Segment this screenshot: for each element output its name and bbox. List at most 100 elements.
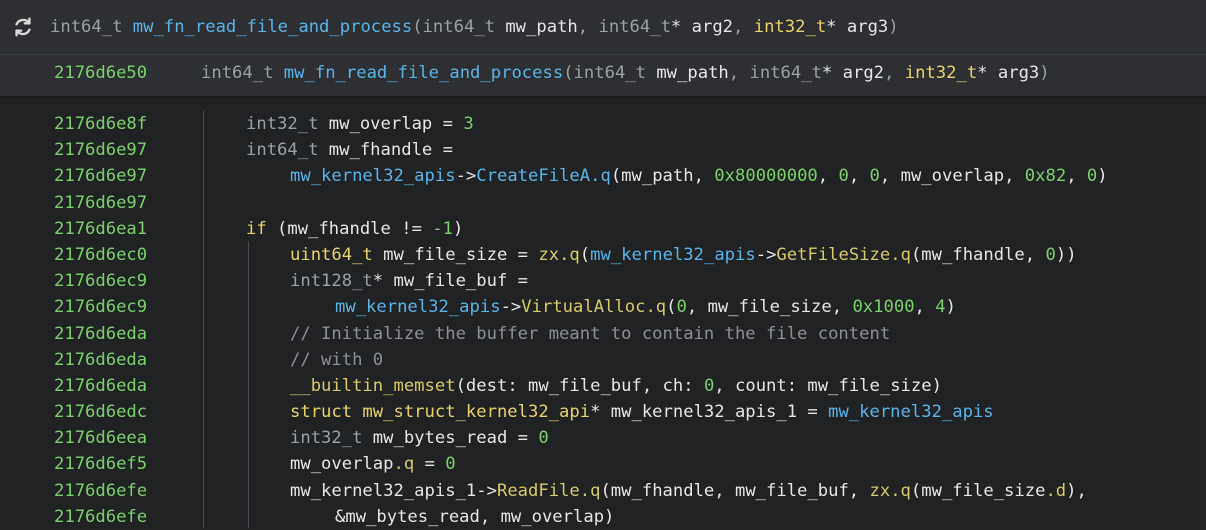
code-token[interactable]: 3 — [463, 114, 473, 134]
code-text[interactable]: struct mw_struct_kernel32_api* mw_kernel… — [290, 399, 994, 425]
code-token[interactable]: = — [414, 454, 445, 474]
code-token[interactable]: 0x80000000 — [714, 166, 817, 186]
code-line[interactable]: 2176d6efe &mw_bytes_read, mw_overlap) — [0, 504, 1206, 530]
code-token[interactable]: struct mw_struct_kernel32_api — [290, 402, 590, 422]
code-token[interactable]: CreateFileA.q — [476, 166, 611, 186]
code-text[interactable]: mw_kernel32_apis->CreateFileA.q(mw_path,… — [290, 163, 1108, 189]
code-token[interactable]: zx.q — [870, 481, 911, 501]
code-token[interactable]: 0 — [445, 454, 455, 474]
code-token[interactable]: ), — [1066, 481, 1087, 501]
address[interactable]: 2176d6e50 — [54, 55, 147, 91]
code-token[interactable]: (mw_fhandle, mw_file_buf, — [600, 481, 869, 501]
code-token[interactable]: ) — [946, 297, 956, 317]
address[interactable]: 2176d6e97 — [54, 137, 147, 163]
address[interactable]: 2176d6eda — [54, 347, 147, 373]
code-line[interactable]: 2176d6ec0 uint64_t mw_file_size = zx.q(mw… — [0, 242, 1206, 268]
code-token[interactable]: 0 — [1045, 245, 1055, 265]
code-token[interactable]: ReadFile.q — [497, 481, 600, 501]
code-token[interactable]: int64_t — [246, 140, 318, 160]
code-token[interactable]: 0 — [870, 166, 880, 186]
code-token[interactable]: , mw_overlap, — [880, 166, 1025, 186]
code-token[interactable]: .q — [393, 454, 414, 474]
code-token[interactable]: 0 — [538, 428, 548, 448]
code-text[interactable]: &mw_bytes_read, mw_overlap) — [335, 504, 614, 530]
code-token[interactable]: ) — [1097, 166, 1107, 186]
function-signature[interactable]: int64_t mw_fn_read_file_and_process(int6… — [50, 0, 899, 54]
code-token[interactable]: 0x82 — [1025, 166, 1066, 186]
code-token[interactable]: -> — [456, 166, 477, 186]
address[interactable]: 2176d6ec9 — [54, 294, 147, 320]
address[interactable]: 2176d6efe — [54, 478, 147, 504]
code-token[interactable]: mw_kernel32_apis — [290, 166, 456, 186]
code-text[interactable]: if (mw_fhandle != -1) — [246, 216, 463, 242]
code-text[interactable]: // Initialize the buffer meant to contai… — [290, 321, 890, 347]
address[interactable]: 2176d6eda — [54, 321, 147, 347]
code-token[interactable]: , — [1066, 166, 1087, 186]
code-token[interactable]: , — [915, 297, 936, 317]
code-text[interactable]: int32_t mw_bytes_read = 0 — [290, 425, 549, 451]
param-name[interactable]: arg3 — [988, 63, 1039, 83]
code-token[interactable]: , — [849, 166, 870, 186]
code-token[interactable]: ( — [666, 297, 676, 317]
code-token[interactable]: if — [246, 219, 267, 239]
address[interactable]: 2176d6eda — [54, 373, 147, 399]
code-token[interactable]: GetFileSize.q — [776, 245, 911, 265]
address[interactable]: 2176d6eea — [54, 425, 147, 451]
code-line[interactable]: 2176d6ec9 mw_kernel32_apis->VirtualAlloc.… — [0, 294, 1206, 320]
param-name[interactable]: arg3 — [837, 17, 888, 37]
code-token[interactable]: , mw_file_size, — [687, 297, 853, 317]
code-token[interactable]: // Initialize the buffer meant to contai… — [290, 324, 890, 344]
param-name[interactable]: arg2 — [681, 17, 733, 37]
code-line[interactable]: 2176d6e8f int32_t mw_overlap = 3 — [0, 111, 1206, 137]
code-line[interactable]: 2176d6e97 — [0, 190, 1206, 216]
code-line[interactable]: 2176d6eda // Initialize the buffer meant … — [0, 321, 1206, 347]
address[interactable]: 2176d6edc — [54, 399, 147, 425]
code-token[interactable]: mw_kernel32_apis — [828, 402, 994, 422]
code-token[interactable]: (dest: mw_file_buf, ch: — [456, 376, 704, 396]
param-name[interactable]: mw_path — [646, 63, 728, 83]
code-line[interactable]: 2176d6ef5 mw_overlap.q = 0 — [0, 451, 1206, 477]
address[interactable]: 2176d6ea1 — [54, 216, 147, 242]
function-definition-row[interactable]: 2176d6e50 int64_t mw_fn_read_file_and_pr… — [0, 55, 1206, 96]
code-token[interactable]: , — [818, 166, 839, 186]
code-text[interactable]: int128_t* mw_file_buf = — [290, 268, 528, 294]
code-token[interactable]: int32_t — [290, 428, 362, 448]
code-token[interactable]: // with 0 — [290, 350, 383, 370]
address[interactable]: 2176d6e97 — [54, 190, 147, 216]
code-token[interactable]: 0 — [1087, 166, 1097, 186]
code-token[interactable]: * mw_file_buf = — [373, 271, 528, 291]
address[interactable]: 2176d6ec0 — [54, 242, 147, 268]
param-name[interactable]: arg2 — [832, 63, 884, 83]
code-text[interactable]: mw_kernel32_apis->VirtualAlloc.q(0, mw_f… — [335, 294, 956, 320]
code-token[interactable]: mw_fhandle = — [318, 140, 453, 160]
code-text[interactable]: mw_overlap.q = 0 — [290, 451, 456, 477]
code-token[interactable]: )) — [1056, 245, 1077, 265]
code-token[interactable]: mw_kernel32_apis — [335, 297, 501, 317]
code-token[interactable]: mw_kernel32_apis_1-> — [290, 481, 497, 501]
function-name[interactable]: mw_fn_read_file_and_process — [133, 17, 412, 37]
code-token[interactable]: * mw_kernel32_apis_1 = — [590, 402, 828, 422]
code-text[interactable]: __builtin_memset(dest: mw_file_buf, ch: … — [290, 373, 942, 399]
code-token[interactable]: 0 — [704, 376, 714, 396]
code-token[interactable]: mw_overlap — [290, 454, 393, 474]
address[interactable]: 2176d6e97 — [54, 163, 147, 189]
code-token[interactable]: mw_bytes_read = — [362, 428, 538, 448]
code-token[interactable]: (mw_fhandle, — [911, 245, 1046, 265]
code-line[interactable]: 2176d6eea int32_t mw_bytes_read = 0 — [0, 425, 1206, 451]
code-token[interactable]: .d — [1045, 481, 1066, 501]
address[interactable]: 2176d6ec9 — [54, 268, 147, 294]
address[interactable]: 2176d6ef5 — [54, 451, 147, 477]
code-token[interactable]: int128_t — [290, 271, 373, 291]
code-token[interactable]: uint64_t — [290, 245, 373, 265]
code-token[interactable]: , count: mw_file_size) — [714, 376, 942, 396]
code-token[interactable]: (mw_file_size — [911, 481, 1046, 501]
code-token[interactable]: VirtualAlloc.q — [521, 297, 666, 317]
param-name[interactable]: mw_path — [495, 17, 577, 37]
code-line[interactable]: 2176d6eda // with 0 — [0, 347, 1206, 373]
code-token[interactable]: __builtin_memset — [290, 376, 456, 396]
code-text[interactable]: int32_t mw_overlap = 3 — [246, 111, 474, 137]
address[interactable]: 2176d6efe — [54, 504, 147, 530]
code-token[interactable]: mw_file_size = — [373, 245, 539, 265]
code-token[interactable]: -> — [501, 297, 522, 317]
function-name[interactable]: mw_fn_read_file_and_process — [284, 63, 563, 83]
